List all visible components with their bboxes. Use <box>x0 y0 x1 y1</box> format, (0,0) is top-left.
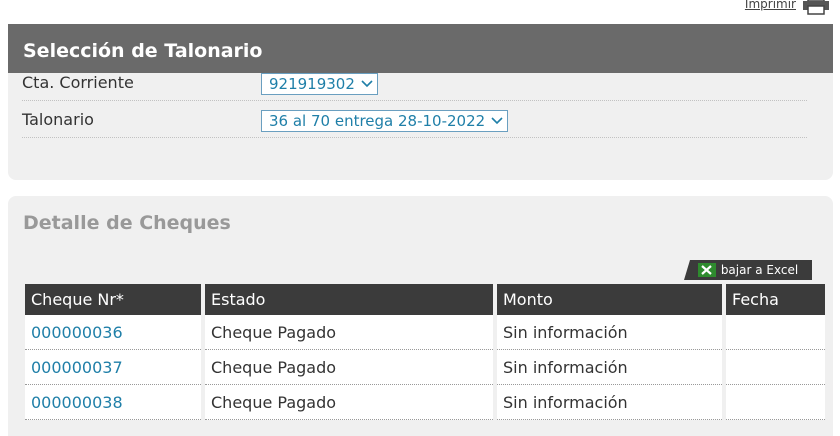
cheque-cell: 000000037 <box>25 350 201 385</box>
cheques-table: Cheque Nr* Estado Monto Fecha 000000036 … <box>21 284 829 420</box>
detalle-section-title: Detalle de Cheques <box>23 212 231 234</box>
cuenta-select-value: 921919302 <box>269 75 355 93</box>
talonario-selection-panel: Selección de Talonario <box>8 24 833 180</box>
table-header-row: Cheque Nr* Estado Monto Fecha <box>25 284 825 315</box>
cheque-link[interactable]: 000000036 <box>31 323 123 342</box>
export-excel-label: bajar a Excel <box>720 263 799 277</box>
fecha-cell <box>726 385 825 420</box>
cheque-link[interactable]: 000000038 <box>31 393 123 412</box>
cuenta-label: Cta. Corriente <box>22 73 134 92</box>
chevron-down-icon <box>361 80 373 88</box>
table-row: 000000038 Cheque Pagado Sin información <box>25 385 825 420</box>
export-excel-button[interactable]: bajar a Excel <box>684 260 812 280</box>
fecha-cell <box>726 315 825 350</box>
estado-cell: Cheque Pagado <box>205 315 493 350</box>
monto-cell: Sin información <box>497 350 722 385</box>
cuenta-select[interactable]: 921919302 <box>261 73 378 95</box>
table-row: 000000036 Cheque Pagado Sin información <box>25 315 825 350</box>
print-label[interactable]: Imprimir <box>745 0 796 11</box>
estado-cell: Cheque Pagado <box>205 385 493 420</box>
chevron-down-icon <box>491 117 503 125</box>
cheque-cell: 000000036 <box>25 315 201 350</box>
column-header-fecha[interactable]: Fecha <box>726 284 825 315</box>
cheque-link[interactable]: 000000037 <box>31 358 123 377</box>
talonario-label: Talonario <box>22 110 94 129</box>
printer-icon[interactable] <box>802 0 830 15</box>
monto-cell: Sin información <box>497 385 722 420</box>
cheque-cell: 000000038 <box>25 385 201 420</box>
print-link[interactable]: Imprimir <box>745 0 830 15</box>
table-row: 000000037 Cheque Pagado Sin información <box>25 350 825 385</box>
talonario-row: Talonario 36 al 70 entrega 28-10-2022 <box>22 103 807 138</box>
estado-cell: Cheque Pagado <box>205 350 493 385</box>
column-header-cheque[interactable]: Cheque Nr* <box>25 284 201 315</box>
column-header-estado[interactable]: Estado <box>205 284 493 315</box>
fecha-cell <box>726 350 825 385</box>
column-header-monto[interactable]: Monto <box>497 284 722 315</box>
excel-icon <box>697 263 716 277</box>
talonario-select[interactable]: 36 al 70 entrega 28-10-2022 <box>261 110 509 132</box>
talonario-select-value: 36 al 70 entrega 28-10-2022 <box>269 112 486 130</box>
monto-cell: Sin información <box>497 315 722 350</box>
cuenta-row: Cta. Corriente 921919302 <box>22 66 807 101</box>
